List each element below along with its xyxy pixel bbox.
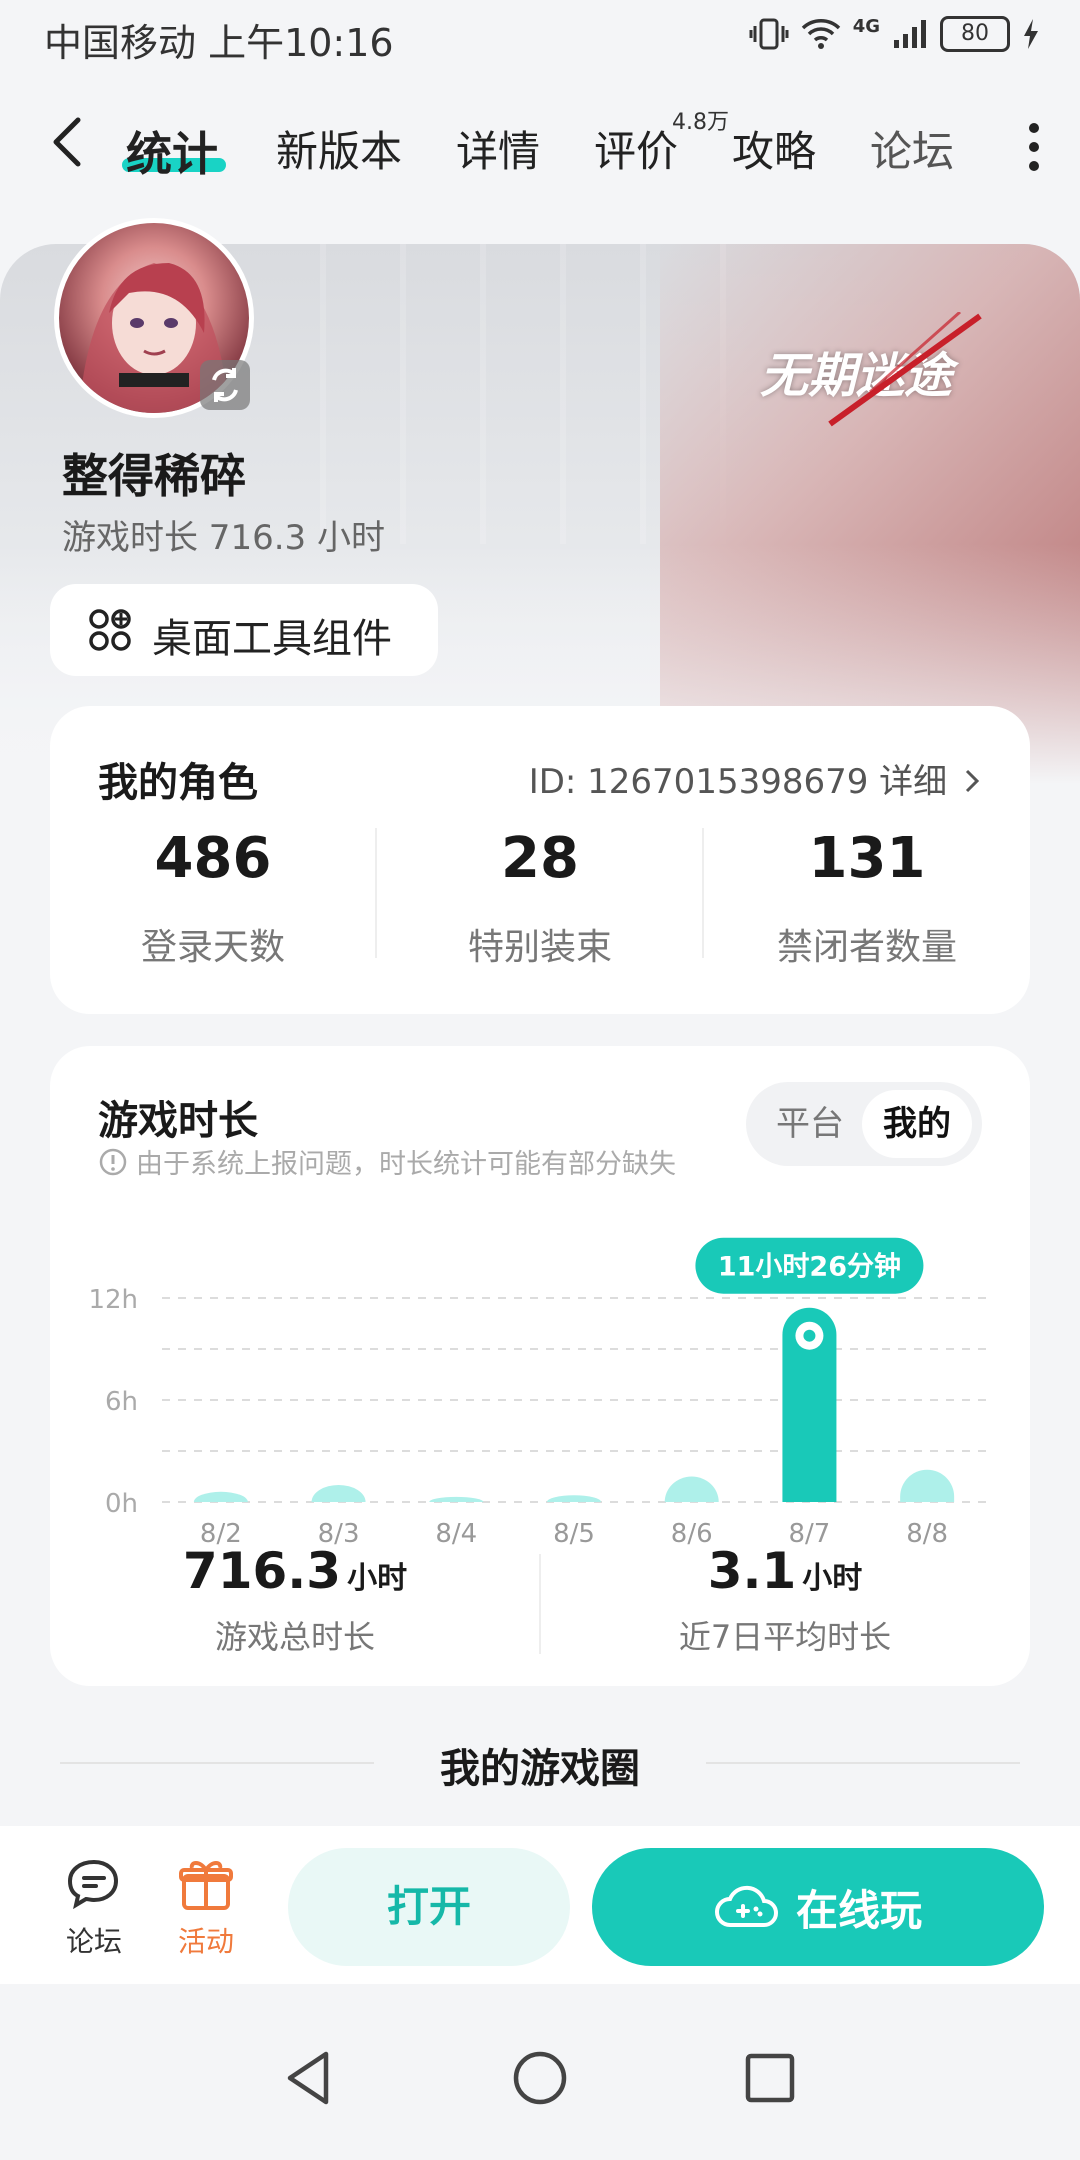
- activity-label: 活动: [177, 1925, 234, 1958]
- playtime-source-toggle: 平台 我的: [746, 1082, 982, 1166]
- avg-playtime-unit: 小时: [802, 1561, 863, 1596]
- avg-playtime-label: 近7日平均时长: [678, 1618, 892, 1656]
- forum-button[interactable]: 论坛: [44, 1856, 144, 1960]
- playtime-card: 游戏时长 平台 我的 由于系统上报问题，时长统计可能有部分缺失 12h 6h 0h 8…: [50, 1046, 1030, 1686]
- highlight-tooltip-text: 11小时26分钟: [718, 1252, 901, 1283]
- system-home-icon[interactable]: [510, 2048, 570, 2108]
- tab-guides[interactable]: 攻略: [732, 118, 816, 179]
- system-back-icon[interactable]: [280, 2048, 340, 2108]
- total-playtime: 716.3 小时: [50, 1542, 540, 1600]
- section-divider-right: [706, 1762, 1020, 1764]
- chart-bar: [193, 1491, 248, 1502]
- y-tick-label: 12h: [88, 1285, 138, 1315]
- y-tick-label: 0h: [105, 1489, 138, 1519]
- role-card: 我的角色 ID: 1267015398679 详细 486 登录天数 28 特别…: [50, 706, 1030, 1014]
- tab-forum[interactable]: 论坛: [870, 118, 954, 179]
- play-online-label: 在线玩: [795, 1885, 922, 1935]
- widget-grid-icon: [89, 609, 131, 651]
- role-id-text: ID: 1267015398679 详细: [528, 762, 948, 802]
- chevron-right-icon: [965, 769, 980, 793]
- system-nav-bar: [0, 1984, 1080, 2160]
- stat-convicts-label: 禁闭者数量: [776, 927, 957, 968]
- wifi-icon: [801, 19, 840, 49]
- battery-icon: 80: [940, 16, 1010, 52]
- chart-bar: [547, 1495, 601, 1502]
- total-playtime-value: 716.3: [182, 1542, 342, 1600]
- toggle-platform[interactable]: 平台: [758, 1090, 862, 1158]
- playtime-card-title: 游戏时长: [98, 1098, 258, 1144]
- chart-bar: [900, 1469, 955, 1502]
- playtime-bar-chart: 12h6h0h8/2 8/3 8/4 8/5 8/6 8/711小时26分钟8/8: [88, 1237, 986, 1549]
- role-card-title: 我的角色: [98, 760, 258, 806]
- desktop-widget-label: 桌面工具组件: [152, 616, 392, 662]
- total-playtime-unit: 小时: [347, 1561, 408, 1596]
- tab-details[interactable]: 详情: [456, 118, 540, 179]
- playtime-notice-text: 由于系统上报问题，时长统计可能有部分缺失: [136, 1149, 676, 1180]
- forum-icon: [67, 1859, 119, 1910]
- network-label: 4G: [852, 16, 880, 37]
- signal-icon: [894, 20, 926, 48]
- avg-playtime-value: 3.1: [707, 1542, 797, 1600]
- game-circle-title: 我的游戏圈: [440, 1746, 640, 1792]
- highlight-marker-dot: [803, 1329, 816, 1342]
- stat-outfits-label: 特别装束: [467, 927, 612, 968]
- status-icons: 4G 80: [749, 16, 1040, 52]
- chart-bar: [664, 1476, 719, 1502]
- playtime-notice: 由于系统上报问题，时长统计可能有部分缺失: [98, 1142, 676, 1181]
- tab-new-version[interactable]: 新版本: [276, 118, 402, 179]
- logo-slash-decoration: [828, 312, 982, 427]
- chart-bar: [311, 1485, 366, 1502]
- back-arrow-icon[interactable]: [40, 112, 100, 172]
- total-playtime-label: 游戏总时长: [214, 1618, 375, 1656]
- y-tick-label: 6h: [105, 1387, 138, 1417]
- cloud-gamepad-icon: [714, 1885, 778, 1927]
- avg-playtime: 3.1 小时: [540, 1542, 1030, 1600]
- chart-bar: [429, 1496, 484, 1502]
- gift-icon: [179, 1861, 233, 1910]
- desktop-widget-button[interactable]: 桌面工具组件: [50, 584, 438, 676]
- forum-label: 论坛: [65, 1925, 122, 1958]
- swap-icon: [212, 368, 238, 402]
- stat-login-days-label: 登录天数: [140, 927, 285, 968]
- swap-avatar-button[interactable]: [200, 360, 250, 410]
- top-nav: 统计 新版本 详情 评价 4.8万 攻略 论坛: [0, 100, 1080, 190]
- bottom-action-bar: 论坛 活动 打开 在线玩: [0, 1826, 1080, 1984]
- info-icon: [99, 1148, 127, 1175]
- system-recents-icon[interactable]: [740, 2048, 800, 2108]
- stat-outfits-value: 28: [501, 826, 579, 891]
- tab-reviews[interactable]: 评价: [594, 118, 678, 179]
- vibrate-icon: [749, 18, 789, 50]
- carrier-time: 中国移动 上午10:16: [44, 21, 394, 65]
- more-icon[interactable]: [1024, 120, 1044, 174]
- username: 整得稀碎: [62, 449, 246, 503]
- role-id-detail-link[interactable]: ID: 1267015398679 详细: [529, 754, 982, 803]
- status-bar: 中国移动 上午10:16 4G 80: [0, 0, 1080, 76]
- play-online-button[interactable]: 在线玩: [592, 1848, 1044, 1966]
- reviews-count-badge: 4.8万: [672, 110, 729, 135]
- stat-convicts-value: 131: [808, 826, 926, 891]
- open-game-button[interactable]: 打开: [288, 1848, 570, 1966]
- stat-login-days-value: 486: [154, 826, 272, 891]
- charging-icon: [1024, 19, 1038, 49]
- activity-button[interactable]: 活动: [156, 1856, 256, 1960]
- tab-stats[interactable]: 统计: [126, 118, 218, 184]
- playtime-summary: 游戏时长 716.3 小时: [62, 518, 385, 558]
- toggle-mine[interactable]: 我的: [862, 1090, 972, 1158]
